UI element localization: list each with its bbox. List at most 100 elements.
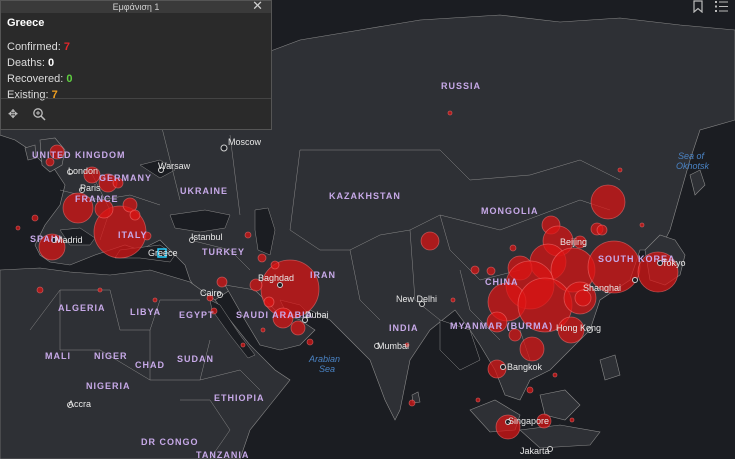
case-bubble[interactable] (486, 266, 496, 276)
label-algeria: ALGERIA (58, 303, 106, 313)
case-bubble[interactable] (420, 231, 440, 251)
city-madrid: Madrid (55, 235, 83, 245)
case-bubble[interactable] (97, 287, 103, 293)
label-mali: MALI (45, 351, 71, 361)
list-icon[interactable] (715, 0, 728, 16)
case-bubble[interactable] (263, 296, 275, 308)
case-bubble[interactable] (240, 342, 246, 348)
city-beijing: Beijing (560, 237, 587, 247)
city-mumbai: Mumbai (377, 341, 409, 351)
label-turkey: TURKEY (202, 247, 245, 257)
case-bubble[interactable] (447, 110, 453, 116)
city-cairo: Cairo (200, 288, 222, 298)
label-ethiopia: ETHIOPIA (214, 393, 265, 403)
city-shanghai: Shanghai (583, 283, 621, 293)
label-russia: RUSSIA (441, 81, 481, 91)
city-istanbul: Istanbul (191, 232, 223, 242)
map-toolbar (687, 0, 735, 16)
city-moscow: Moscow (228, 137, 262, 147)
country-popup: Εμφάνιση 1 ✕ Greece Confirmed: 7 Deaths:… (0, 0, 272, 130)
case-bubble[interactable] (475, 397, 481, 403)
case-bubble[interactable] (15, 225, 21, 231)
case-bubble[interactable] (617, 167, 623, 173)
case-bubble[interactable] (450, 297, 456, 303)
city-singapore: Singapore (508, 416, 549, 426)
case-bubble[interactable] (526, 386, 534, 394)
city-accra: Accra (68, 399, 91, 409)
city-baghdad: Baghdad (258, 273, 294, 283)
close-icon[interactable]: ✕ (252, 0, 263, 12)
label-kazakhstan: KAZAKHSTAN (329, 191, 401, 201)
case-bubble[interactable] (596, 224, 608, 236)
recovered-row: Recovered: 0 (7, 71, 265, 87)
deaths-row: Deaths: 0 (7, 55, 265, 71)
case-bubble[interactable] (257, 253, 267, 263)
city-hong-kong: Hong Kong (556, 323, 601, 333)
case-bubble[interactable] (639, 222, 645, 228)
city-dubai: Dubai (305, 310, 329, 320)
label-ukraine: UKRAINE (180, 186, 228, 196)
recovered-label: Recovered: (7, 73, 64, 85)
case-bubble[interactable] (270, 260, 280, 270)
label-myanmar: MYANMAR (BURMA) (450, 321, 553, 331)
label-chad: CHAD (135, 360, 165, 370)
label-egypt: EGYPT (179, 310, 215, 320)
case-bubble[interactable] (216, 276, 228, 288)
city-tokyo: Tokyo (662, 258, 686, 268)
case-bubble[interactable] (552, 372, 558, 378)
popup-footer: ✥ (1, 98, 271, 129)
city-greece: Greece (148, 248, 178, 258)
label-mongolia: MONGOLIA (481, 206, 539, 216)
confirmed-value: 7 (63, 41, 70, 53)
sea-arabian-line1: Arabian (308, 354, 340, 364)
case-bubble[interactable] (408, 399, 416, 407)
sea-arabian-line2: Sea (319, 364, 335, 374)
label-india: INDIA (389, 323, 419, 333)
label-tanzania: TANZANIA (196, 450, 249, 459)
pan-icon[interactable]: ✥ (8, 107, 18, 121)
case-bubble[interactable] (244, 231, 252, 239)
deaths-label: Deaths: (7, 57, 45, 69)
label-niger: NIGER (94, 351, 128, 361)
confirmed-label: Confirmed: (7, 41, 61, 53)
case-bubble[interactable] (590, 184, 626, 220)
deaths-value: 0 (47, 57, 55, 69)
city-bangkok: Bangkok (507, 362, 543, 372)
label-saudi-arabia: SAUDI ARABIA (236, 310, 313, 320)
label-nigeria: NIGERIA (86, 381, 131, 391)
popup-header: Εμφάνιση 1 ✕ (1, 0, 271, 13)
bookmark-icon[interactable] (693, 0, 703, 16)
label-italy: ITALY (118, 230, 148, 240)
label-sudan: SUDAN (177, 354, 214, 364)
label-china: CHINA (485, 277, 519, 287)
recovered-value: 0 (66, 73, 73, 85)
label-united-kingdom: UNITED KINGDOM (32, 150, 126, 160)
label-france: FRANCE (75, 194, 119, 204)
city-paris: Paris (80, 183, 101, 193)
case-bubble[interactable] (260, 327, 266, 333)
case-bubble[interactable] (569, 417, 575, 423)
label-dr-congo: DR CONGO (141, 437, 199, 447)
sea-okhotsk-line1: Sea of (678, 151, 706, 161)
case-bubble[interactable] (306, 338, 314, 346)
label-libya: LIBYA (130, 307, 161, 317)
case-bubble[interactable] (519, 336, 545, 362)
label-iran: IRAN (310, 270, 336, 280)
case-bubble[interactable] (152, 297, 158, 303)
label-germany: GERMANY (99, 173, 152, 183)
popup-country-name: Greece (7, 17, 45, 29)
zoom-icon[interactable] (32, 107, 46, 124)
case-bubble[interactable] (129, 209, 141, 221)
confirmed-row: Confirmed: 7 (7, 39, 265, 55)
case-bubble[interactable] (290, 320, 306, 336)
case-bubble[interactable] (470, 265, 480, 275)
case-bubble[interactable] (509, 244, 517, 252)
popup-header-title: Εμφάνιση 1 (112, 2, 160, 12)
city-new-delhi: New Delhi (396, 294, 437, 304)
case-bubble[interactable] (31, 214, 39, 222)
case-bubble[interactable] (36, 286, 44, 294)
city-london: London (68, 166, 98, 176)
city-jakarta: Jakarta (520, 446, 550, 456)
city-warsaw: Warsaw (158, 161, 191, 171)
sea-okhotsk-line2: Okhotsk (676, 161, 710, 171)
